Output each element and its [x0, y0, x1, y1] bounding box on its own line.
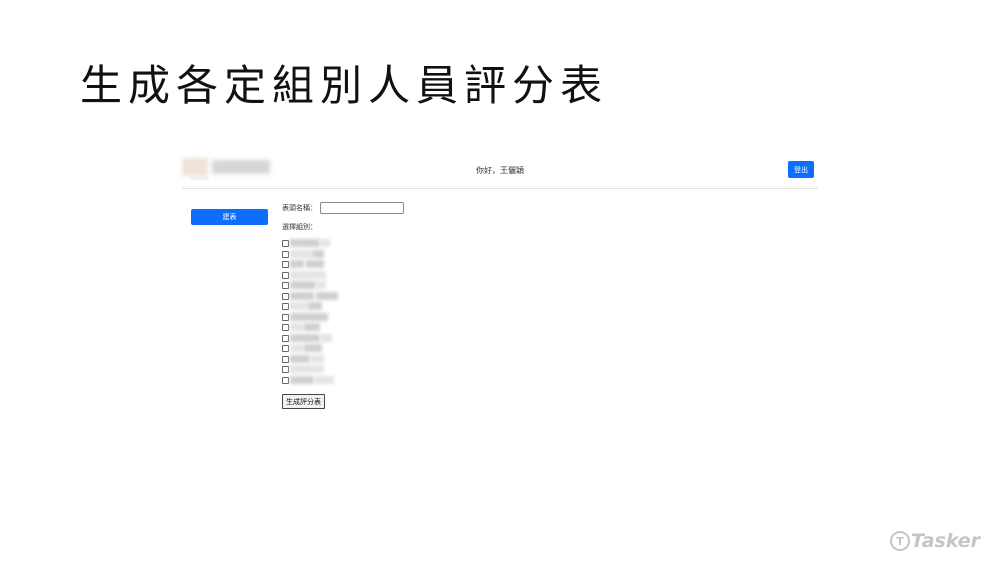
group-item[interactable]: [282, 291, 362, 302]
blurred-group-name: [306, 260, 324, 268]
group-checkbox[interactable]: [282, 324, 289, 331]
groups-label: 選擇組別：: [282, 223, 317, 231]
group-item[interactable]: [282, 333, 362, 344]
blurred-group-name: [290, 333, 320, 342]
group-checkbox[interactable]: [282, 282, 289, 289]
blurred-group-name: [290, 312, 328, 321]
blurred-group-name: [304, 323, 320, 331]
group-checkbox[interactable]: [282, 271, 289, 279]
group-checkbox[interactable]: [282, 313, 289, 321]
group-item[interactable]: [282, 312, 362, 323]
group-item[interactable]: [282, 238, 362, 249]
blurred-group-name: [316, 291, 338, 300]
blurred-group-name: [290, 291, 314, 300]
blurred-group-name: [290, 239, 320, 247]
group-checkbox[interactable]: [282, 355, 289, 363]
blurred-group-name: [290, 354, 310, 363]
blurred-group-name: [290, 323, 304, 331]
blurred-group-name: [290, 302, 308, 310]
generate-score-sheet-button[interactable]: 生成評分表: [282, 394, 325, 409]
group-checkbox[interactable]: [282, 303, 289, 310]
group-checkbox-list: [282, 238, 362, 385]
user-greeting: 你好，王儷穎: [476, 166, 524, 175]
group-item[interactable]: [282, 343, 362, 354]
blurred-group-name: [290, 249, 312, 258]
group-item[interactable]: [282, 249, 362, 260]
blurred-group-name: [320, 333, 332, 342]
group-item[interactable]: [282, 259, 362, 270]
form-name-label: 表頭名稱：: [282, 204, 317, 212]
group-checkbox[interactable]: [282, 345, 289, 352]
logout-button[interactable]: 登出: [788, 161, 814, 178]
blurred-group-name: [316, 281, 326, 289]
group-checkbox[interactable]: [282, 366, 289, 373]
tasker-logo-icon: T: [890, 531, 910, 551]
blurred-group-name: [314, 375, 334, 384]
group-item[interactable]: [282, 364, 362, 375]
blurred-group-name: [320, 239, 330, 247]
blurred-group-name: [290, 281, 316, 289]
form-name-input[interactable]: [320, 202, 404, 214]
tasker-brand: T Tasker: [890, 529, 980, 553]
group-checkbox[interactable]: [282, 261, 289, 268]
top-bar: 你好，王儷穎 登出: [182, 150, 818, 189]
group-item[interactable]: [282, 280, 362, 291]
group-item[interactable]: [282, 354, 362, 365]
blurred-group-name: [290, 344, 304, 352]
group-item[interactable]: [282, 375, 362, 386]
brand-name: Tasker: [911, 530, 981, 552]
blurred-group-name: [308, 302, 322, 310]
group-checkbox[interactable]: [282, 250, 289, 258]
group-item[interactable]: [282, 301, 362, 312]
group-item[interactable]: [282, 322, 362, 333]
blurred-group-name: [310, 354, 324, 363]
blurred-group-name: [304, 344, 322, 352]
blurred-group-name: [290, 375, 314, 384]
group-checkbox[interactable]: [282, 334, 289, 342]
blurred-group-name: [290, 260, 304, 268]
app-screenshot: 你好，王儷穎 登出 建表 表頭名稱： 選擇組別： 生成評分表: [182, 150, 818, 420]
group-item[interactable]: [282, 270, 362, 281]
form-name-row: 表頭名稱：: [282, 201, 404, 215]
blurred-group-name: [290, 270, 326, 279]
slide-title: 生成各定組別人員評分表: [80, 61, 609, 110]
blurred-group-name: [290, 365, 324, 373]
create-form-button[interactable]: 建表: [191, 209, 268, 225]
blurred-group-name: [312, 249, 324, 258]
group-checkbox[interactable]: [282, 292, 289, 300]
group-checkbox[interactable]: [282, 240, 289, 247]
group-checkbox[interactable]: [282, 376, 289, 384]
